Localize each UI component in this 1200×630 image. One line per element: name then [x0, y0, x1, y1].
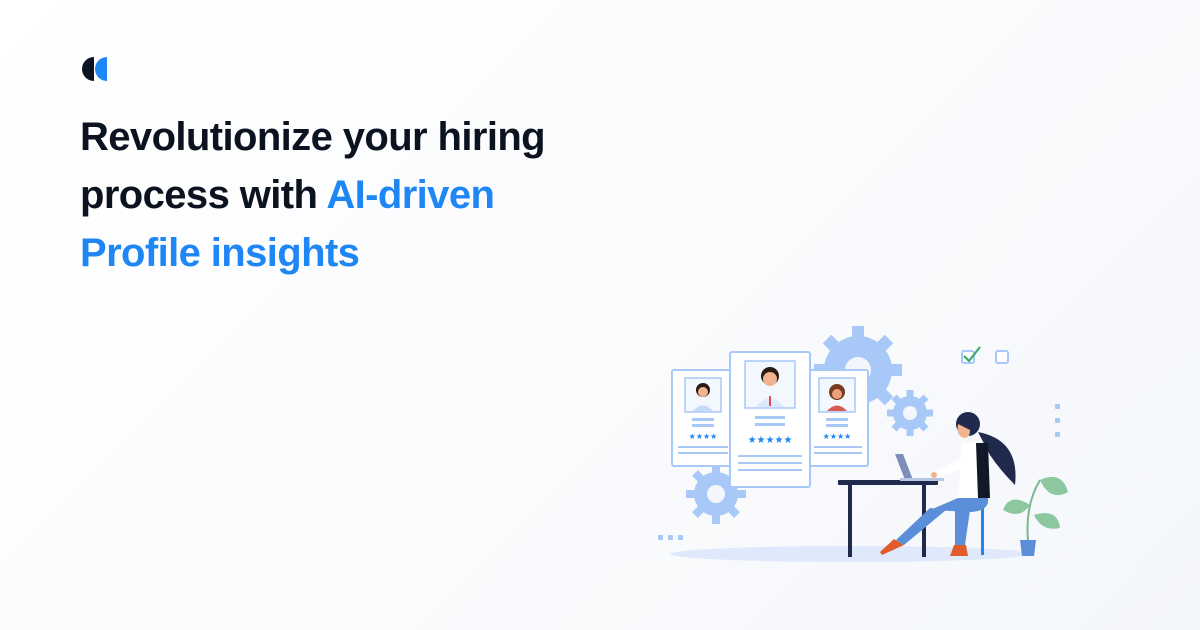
resume-card-icon: ★★★★★ [729, 351, 811, 488]
page-headline: Revolutionize your hiring process with A… [80, 108, 720, 282]
hiring-illustration: ★★★★ ★★★★ ★★★★★ [658, 326, 1068, 562]
checkbox-checked-icon [961, 346, 981, 364]
svg-text:★★★★: ★★★★ [823, 432, 852, 441]
resume-card-icon: ★★★★ [671, 369, 735, 467]
resume-card-icon: ★★★★ [807, 369, 869, 467]
dots-decoration-left [658, 535, 683, 540]
headline-accent-ai-driven: AI-driven [326, 173, 495, 217]
headline-line-2-prefix: process with [80, 173, 327, 217]
gear-icon [887, 390, 933, 436]
laptop-icon [895, 454, 944, 481]
brand-logo-icon [82, 57, 107, 81]
headline-accent-profile-insights: Profile insights [80, 231, 360, 275]
headline-line-1: Revolutionize your hiring [80, 115, 546, 159]
plant-icon [1003, 476, 1068, 556]
svg-text:★★★★: ★★★★ [689, 432, 718, 441]
checkbox-empty-icon [995, 350, 1009, 364]
svg-text:★★★★★: ★★★★★ [748, 435, 793, 446]
dots-decoration-right [1055, 404, 1060, 437]
